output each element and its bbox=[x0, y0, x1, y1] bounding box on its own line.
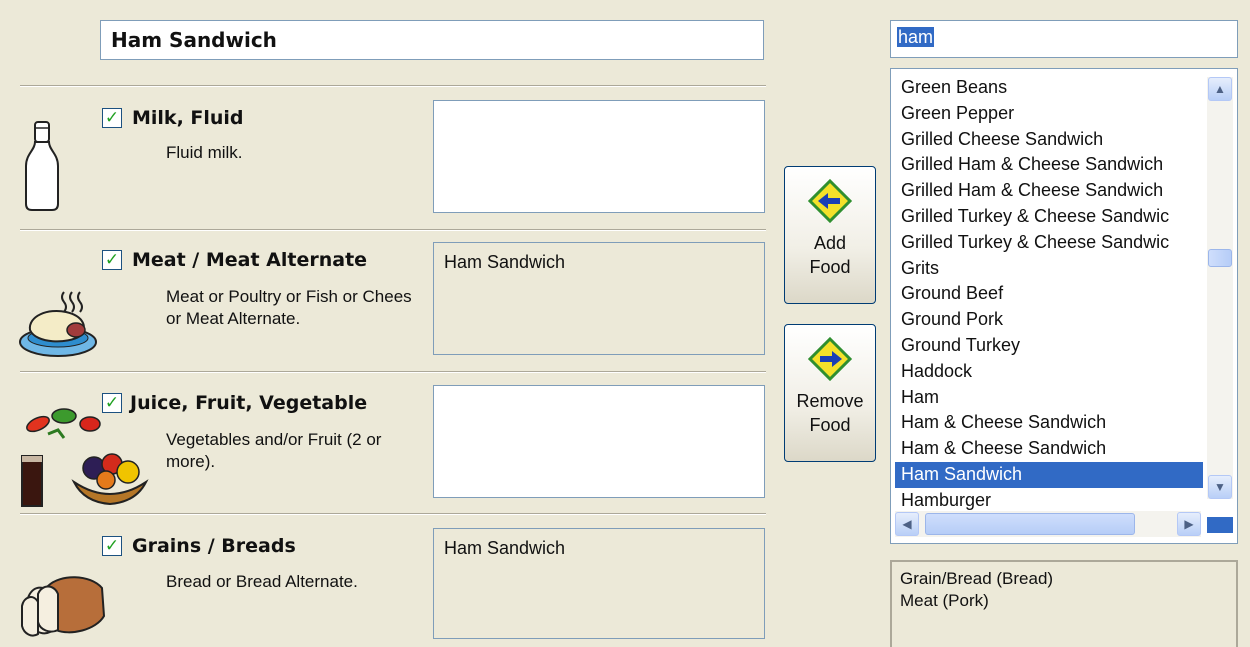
meat-title: Meat / Meat Alternate bbox=[132, 249, 368, 271]
food-category-info: Grain/Bread (Bread) Meat (Pork) bbox=[890, 560, 1238, 647]
separator bbox=[20, 229, 766, 231]
milk-description: Fluid milk. bbox=[166, 143, 243, 162]
list-item[interactable]: Grilled Turkey & Cheese Sandwic bbox=[895, 230, 1203, 256]
list-item[interactable]: Grilled Cheese Sandwich bbox=[895, 127, 1203, 153]
arrow-left-icon bbox=[808, 179, 852, 223]
list-item[interactable]: Ground Beef bbox=[895, 281, 1203, 307]
food-list[interactable]: Green Beans Green Pepper Grilled Cheese Sa… bbox=[890, 68, 1238, 544]
fruit-vegetable-food-box[interactable] bbox=[433, 385, 765, 498]
add-food-label-line1: Add bbox=[813, 233, 847, 253]
list-item[interactable]: Hamburger bbox=[895, 488, 1203, 514]
list-item[interactable]: Ground Turkey bbox=[895, 333, 1203, 359]
vertical-scrollbar[interactable]: ▲ ▼ bbox=[1207, 77, 1233, 499]
milk-title: Milk, Fluid bbox=[132, 107, 244, 129]
list-item[interactable]: Grilled Ham & Cheese Sandwich bbox=[895, 178, 1203, 204]
list-item[interactable]: Grilled Ham & Cheese Sandwich bbox=[895, 152, 1203, 178]
food-list-items: Green Beans Green Pepper Grilled Cheese Sa… bbox=[895, 75, 1203, 514]
list-item[interactable]: Ham bbox=[895, 385, 1203, 411]
remove-food-label-line2: Food bbox=[809, 415, 851, 435]
scroll-right-button[interactable]: ▶ bbox=[1177, 512, 1201, 536]
remove-food-button[interactable]: Remove Food bbox=[784, 324, 876, 462]
separator bbox=[20, 371, 766, 373]
vertical-scroll-thumb[interactable] bbox=[1208, 249, 1232, 267]
grains-checkbox[interactable]: ✓ bbox=[102, 536, 122, 556]
bread-icon bbox=[20, 570, 108, 645]
fruit-vegetable-description: Vegetables and/or Fruit (2 or more). bbox=[166, 430, 382, 471]
list-item[interactable]: Grits bbox=[895, 256, 1203, 282]
list-item[interactable]: Green Pepper bbox=[895, 101, 1203, 127]
milk-checkbox[interactable]: ✓ bbox=[102, 108, 122, 128]
grains-food-box[interactable]: Ham Sandwich bbox=[433, 528, 765, 639]
search-input-text: ham bbox=[897, 27, 935, 47]
milk-bottle-icon bbox=[24, 120, 60, 217]
meat-food-box[interactable]: Ham Sandwich bbox=[433, 242, 765, 355]
list-item[interactable]: Ham & Cheese Sandwich bbox=[895, 410, 1203, 436]
fruit-vegetable-title: Juice, Fruit, Vegetable bbox=[130, 392, 368, 414]
grains-description: Bread or Bread Alternate. bbox=[166, 572, 358, 591]
meal-name-field[interactable]: Ham Sandwich bbox=[100, 20, 764, 60]
list-item[interactable]: Grilled Turkey & Cheese Sandwic bbox=[895, 204, 1203, 230]
separator bbox=[20, 85, 766, 87]
scroll-left-button[interactable]: ◀ bbox=[895, 512, 919, 536]
fruit-vegetable-checkbox[interactable]: ✓ bbox=[102, 393, 122, 413]
list-item[interactable]: Ground Pork bbox=[895, 307, 1203, 333]
scroll-up-button[interactable]: ▲ bbox=[1208, 77, 1232, 101]
arrow-right-icon bbox=[808, 337, 852, 381]
meat-description: Meat or Poultry or Fish or Chees or Meat… bbox=[166, 287, 412, 328]
food-search-input[interactable]: ham bbox=[890, 20, 1238, 58]
food-category-line: Meat (Pork) bbox=[900, 591, 989, 610]
meat-checkbox[interactable]: ✓ bbox=[102, 250, 122, 270]
list-item[interactable]: Ham & Cheese Sandwich bbox=[895, 436, 1203, 462]
horizontal-scrollbar[interactable]: ◀ ▶ bbox=[895, 511, 1201, 537]
scroll-corner bbox=[1207, 517, 1233, 533]
add-food-button[interactable]: Add Food bbox=[784, 166, 876, 304]
add-food-label-line2: Food bbox=[809, 257, 851, 277]
list-item[interactable]: Green Beans bbox=[895, 75, 1203, 101]
food-category-line: Grain/Bread (Bread) bbox=[900, 569, 1054, 588]
scroll-down-button[interactable]: ▼ bbox=[1208, 475, 1232, 499]
horizontal-scroll-thumb[interactable] bbox=[925, 513, 1135, 535]
milk-food-box[interactable] bbox=[433, 100, 765, 213]
list-item[interactable]: Haddock bbox=[895, 359, 1203, 385]
remove-food-label-line1: Remove bbox=[796, 391, 864, 411]
list-item[interactable]: Ham Sandwich bbox=[895, 461, 1203, 488]
meat-plate-icon bbox=[18, 286, 100, 365]
grains-title: Grains / Breads bbox=[132, 535, 296, 557]
